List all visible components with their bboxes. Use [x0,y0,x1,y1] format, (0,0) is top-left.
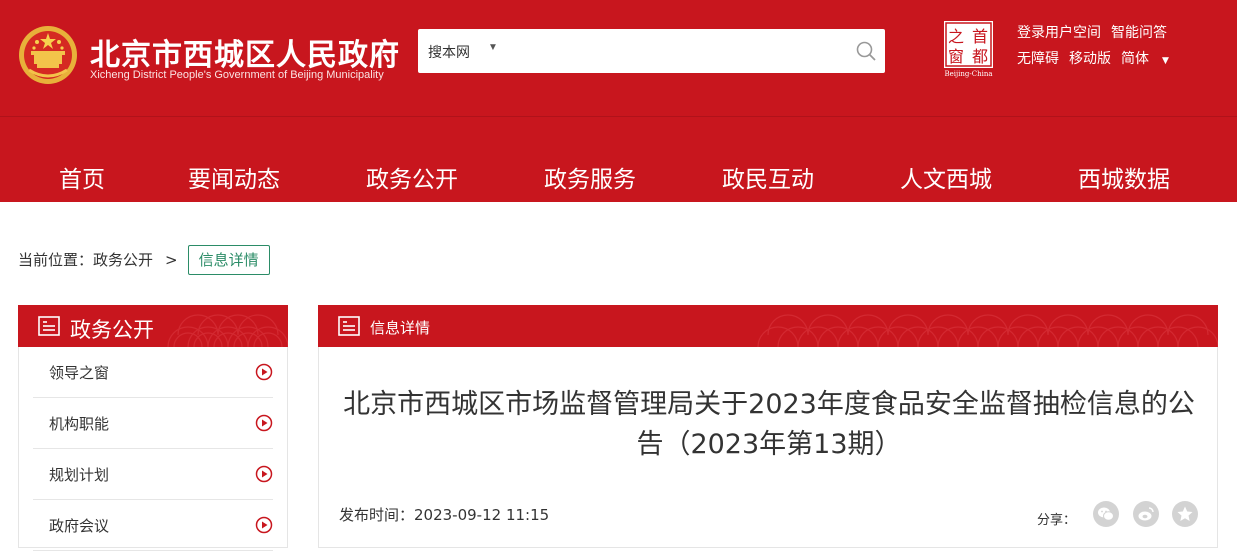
language-label: 简体 [1121,51,1149,67]
favorite-share-button[interactable] [1172,501,1198,527]
wave-pattern [757,314,1218,347]
accessibility-link[interactable]: 无障碍 [1017,51,1059,67]
breadcrumb-path[interactable]: 当前位置：政务公开 [18,251,153,269]
nav-news[interactable]: 要闻动态 [188,160,280,194]
nav-interaction[interactable]: 政民互动 [722,160,814,194]
svg-text:Beijing-China: Beijing-China [944,70,992,78]
sidebar-list: 领导之窗 机构职能 规划计划 政府会议 [19,347,287,551]
wechat-icon [1098,507,1114,521]
svg-text:都: 都 [972,47,988,66]
search-scope-select[interactable]: 搜本网 [428,42,470,62]
national-emblem-icon[interactable] [17,24,79,86]
play-circle-icon [255,363,273,381]
article-section-title: 信息详情 [370,319,431,337]
publish-time: 发布时间：2023-09-12 11:15 [339,506,550,524]
nav-culture[interactable]: 人文西城 [900,160,992,194]
breadcrumb: 当前位置：政务公开 > 信息详情 [18,245,270,275]
play-circle-icon [255,516,273,534]
svg-text:之: 之 [948,27,964,46]
sidebar-item-leaders[interactable]: 领导之窗 [33,347,273,398]
sidebar-title: 政务公开 [70,318,154,342]
sidebar-item-plans[interactable]: 规划计划 [33,449,273,500]
search-input[interactable] [508,37,838,65]
language-select[interactable]: 简体 ▼ [1121,51,1179,67]
sidebar-item-functions[interactable]: 机构职能 [33,398,273,449]
wechat-share-button[interactable] [1093,501,1119,527]
share-label: 分享： [1037,513,1077,528]
login-user-space-link[interactable]: 登录用户空间 [1017,25,1101,41]
main-nav: 首页 要闻动态 政务公开 政务服务 政民互动 人文西城 西城数据 [0,150,1237,202]
site-header: 北京市西城区人民政府 Xicheng District People's Gov… [0,0,1237,202]
nav-home[interactable]: 首页 [59,160,105,194]
svg-text:窗: 窗 [948,47,964,66]
nav-government-affairs[interactable]: 政务公开 [366,160,458,194]
sidebar-header: 政务公开 [18,305,288,347]
play-circle-icon [255,465,273,483]
capital-window-logo[interactable]: 之 首 窗 都 Beijing-China [941,20,996,78]
play-circle-icon [255,414,273,432]
mobile-version-link[interactable]: 移动版 [1069,51,1111,67]
sidebar: 政务公开 领导之窗 机构职能 规划计划 政府会议 [18,305,288,551]
weibo-icon [1138,507,1154,521]
weibo-share-button[interactable] [1133,501,1159,527]
svg-text:首: 首 [972,27,988,46]
breadcrumb-separator: > [165,251,178,269]
nav-data[interactable]: 西城数据 [1078,160,1170,194]
header-top: 北京市西城区人民政府 Xicheng District People's Gov… [0,0,1237,117]
article-panel: 信息详情 北京市西城区市场监督管理局关于2023年度食品安全监督抽检信息的公告（… [318,305,1218,548]
caret-down-icon[interactable]: ▼ [488,42,498,53]
search-icon[interactable] [855,40,877,62]
document-list-icon [38,316,60,336]
favorite-icon [1177,506,1193,521]
caret-down-icon: ▼ [1162,56,1169,66]
top-links: 登录用户空间 智能问答 无障碍 移动版 简体 ▼ [1017,23,1189,75]
document-list-icon [338,316,360,336]
sidebar-item-label: 规划计划 [49,466,110,484]
breadcrumb-current: 信息详情 [187,245,270,275]
sidebar-item-meetings[interactable]: 政府会议 [33,500,273,551]
site-name-english: Xicheng District People's Government of … [90,69,384,81]
nav-government-services[interactable]: 政务服务 [544,160,636,194]
article-panel-header: 信息详情 [318,305,1218,347]
sidebar-item-label: 机构职能 [49,415,110,433]
site-name[interactable]: 北京市西城区人民政府 [90,30,400,74]
sidebar-item-label: 领导之窗 [49,364,110,382]
sidebar-item-label: 政府会议 [49,517,110,535]
search-bar: 搜本网 ▼ [418,29,885,73]
smart-qa-link[interactable]: 智能问答 [1111,25,1167,41]
article-title: 北京市西城区市场监督管理局关于2023年度食品安全监督抽检信息的公告（2023年… [343,389,1195,460]
